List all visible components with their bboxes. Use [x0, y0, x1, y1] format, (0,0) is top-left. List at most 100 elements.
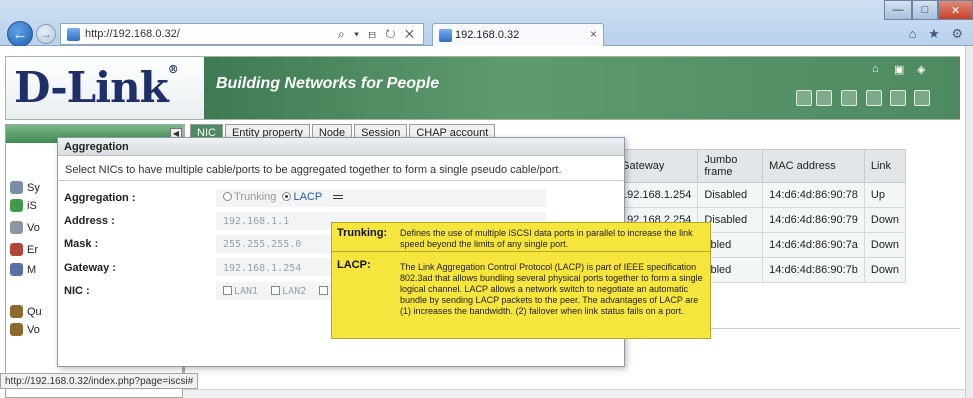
column-header[interactable]: MAC address — [762, 149, 865, 183]
nic-option-lan1[interactable]: LAN1 — [223, 286, 258, 297]
mac-cell: 14:d6:4d:86:90:7a — [762, 232, 865, 258]
sidebar-item-label: Er — [27, 243, 38, 256]
jumbo-cell: Disabled — [697, 182, 764, 208]
sidebar-item-system[interactable]: Sy — [10, 181, 40, 194]
browser-titlebar: — □ ✕ ← → http://192.168.0.32/ ⌕ ▾ ⊟ ↻ ✕… — [0, 0, 973, 47]
sidebar-item-label: M — [27, 263, 37, 276]
dialog-title[interactable]: Aggregation — [58, 138, 624, 156]
logo-trademark: ® — [167, 63, 179, 76]
sidebar-item-volume-wizard[interactable]: Vo — [10, 323, 40, 336]
nic-options: LAN1 LAN2 — [223, 285, 330, 297]
address-url[interactable]: http://192.168.0.32/ — [85, 28, 180, 40]
table-header-row: Gateway Jumbo frame MAC address Link — [613, 149, 907, 183]
mask-label: Mask : — [64, 238, 99, 250]
lan1-checkbox[interactable] — [223, 286, 232, 295]
iscsi-icon — [10, 199, 23, 212]
sidebar-item-label: iS — [27, 199, 37, 212]
aggregation-mode-group: Trunking LACP — [223, 191, 344, 203]
system-icon[interactable] — [866, 90, 882, 106]
system-icon — [10, 181, 23, 194]
link-cell: Down — [863, 207, 907, 233]
divider — [332, 251, 710, 252]
lan3-checkbox[interactable] — [319, 286, 329, 295]
back-button[interactable]: ← — [7, 21, 33, 47]
lacp-help-key: LACP: — [337, 259, 371, 271]
divider — [58, 180, 624, 181]
maintenance-icon — [10, 263, 23, 276]
volume-wizard-icon — [10, 323, 23, 336]
page-icon — [67, 28, 80, 41]
lan2-label: LAN2 — [282, 286, 307, 297]
lan1-label: LAN1 — [234, 286, 259, 297]
home-icon[interactable]: ⌂ — [872, 63, 879, 75]
close-window-button[interactable]: ✕ — [938, 0, 973, 20]
sidebar-item-enclosure[interactable]: Er — [10, 243, 38, 256]
column-header[interactable]: Jumbo frame — [697, 149, 764, 183]
column-header[interactable]: Gateway — [613, 149, 699, 183]
address-bar[interactable]: http://192.168.0.32/ ⌕ ▾ ⊟ ↻ ✕ — [60, 23, 424, 45]
dialog-description: Select NICs to have multiple cable/ports… — [65, 164, 562, 176]
mac-cell: 14:d6:4d:86:90:7b — [762, 257, 865, 283]
gateway-cell: 192.168.1.254 — [613, 182, 699, 208]
sidebar-item-quick[interactable]: Qu — [10, 305, 42, 318]
aggregation-label: Aggregation : — [64, 192, 136, 204]
sidebar-item-maintenance[interactable]: M — [10, 263, 36, 276]
nic-label: NIC : — [64, 285, 90, 297]
status-icon[interactable] — [796, 90, 812, 106]
maximize-button[interactable]: □ — [912, 0, 938, 20]
lacp-radio[interactable] — [282, 192, 292, 201]
sidebar-item-label: Vo — [27, 323, 40, 336]
horizontal-scrollbar[interactable] — [183, 389, 965, 398]
vertical-scrollbar[interactable] — [965, 46, 973, 398]
gateway-field[interactable]: 192.168.1.254 — [223, 263, 301, 274]
dlink-header: D-Link® Building Networks for People ⌂ ▣… — [5, 56, 960, 120]
volume-icon — [10, 221, 23, 234]
sidebar-item-iscsi[interactable]: iS — [10, 199, 37, 212]
forward-button[interactable]: → — [36, 24, 56, 44]
logo-text: D-Link — [14, 63, 169, 112]
column-header[interactable]: Link — [863, 149, 907, 183]
lacp-help-text: The Link Aggregation Control Protocol (L… — [400, 262, 703, 316]
trunking-help-text: Defines the use of multiple iSCSI data p… — [400, 228, 693, 249]
mask-field[interactable]: 255.255.255.0 — [223, 239, 301, 250]
quick-install-icon[interactable] — [841, 90, 857, 106]
tab-close-icon[interactable]: × — [590, 27, 597, 41]
minimize-button[interactable]: — — [884, 0, 912, 20]
logout-icon[interactable]: ◈ — [917, 63, 925, 76]
browser-window: — □ ✕ ← → http://192.168.0.32/ ⌕ ▾ ⊟ ↻ ✕… — [0, 0, 973, 398]
gateway-label: Gateway : — [64, 262, 116, 274]
table-row[interactable]: 192.168.1.254 Disabled 14:d6:4d:86:90:78… — [613, 182, 907, 208]
mac-cell: 14:d6:4d:86:90:79 — [762, 207, 865, 233]
lacp-label[interactable]: LACP — [293, 191, 322, 203]
sidebar-item-label: Vo — [27, 221, 40, 234]
address-field[interactable]: 192.168.1.1 — [223, 216, 289, 227]
dlink-logo: D-Link® — [14, 63, 179, 112]
trunking-radio[interactable] — [223, 192, 232, 201]
lan2-checkbox[interactable] — [271, 286, 281, 295]
header-banner: Building Networks for People ⌂ ▣ ◈ — [204, 57, 960, 119]
tagline: Building Networks for People — [216, 75, 440, 92]
tab-title: 192.168.0.32 — [455, 29, 520, 41]
sidebar-item-volume[interactable]: Vo — [10, 221, 40, 234]
enclosure-icon — [10, 243, 23, 256]
sidebar-item-label: Sy — [27, 181, 40, 194]
mac-cell: 14:d6:4d:86:90:78 — [762, 182, 865, 208]
address-tools-icons[interactable]: ⌕ ▾ ⊟ ↻ ✕ — [338, 27, 417, 42]
nic-option-lan2[interactable]: LAN2 — [271, 286, 306, 297]
link-cell: Down — [863, 232, 907, 258]
link-cell: Up — [863, 182, 907, 208]
help-icon[interactable] — [914, 90, 930, 106]
trunking-label[interactable]: Trunking — [234, 191, 276, 203]
quick-install-icon — [10, 305, 23, 318]
info-icon[interactable] — [333, 195, 344, 199]
browser-tab[interactable]: 192.168.0.32 × — [432, 23, 604, 46]
link-cell: Down — [863, 257, 907, 283]
save-config-icon[interactable] — [890, 90, 906, 106]
book-icon[interactable]: ▣ — [894, 63, 904, 76]
aggregation-help-tooltip: Trunking: Defines the use of multiple iS… — [331, 222, 711, 339]
status-bar-url: http://192.168.0.32/index.php?page=iscsi… — [0, 373, 199, 389]
trunking-help-key: Trunking: — [337, 227, 388, 239]
tab-favicon-icon — [439, 29, 452, 42]
browser-toolbar-icons[interactable]: ⌂ ★ ⚙ — [909, 26, 967, 42]
wizard-icon[interactable] — [816, 90, 832, 106]
